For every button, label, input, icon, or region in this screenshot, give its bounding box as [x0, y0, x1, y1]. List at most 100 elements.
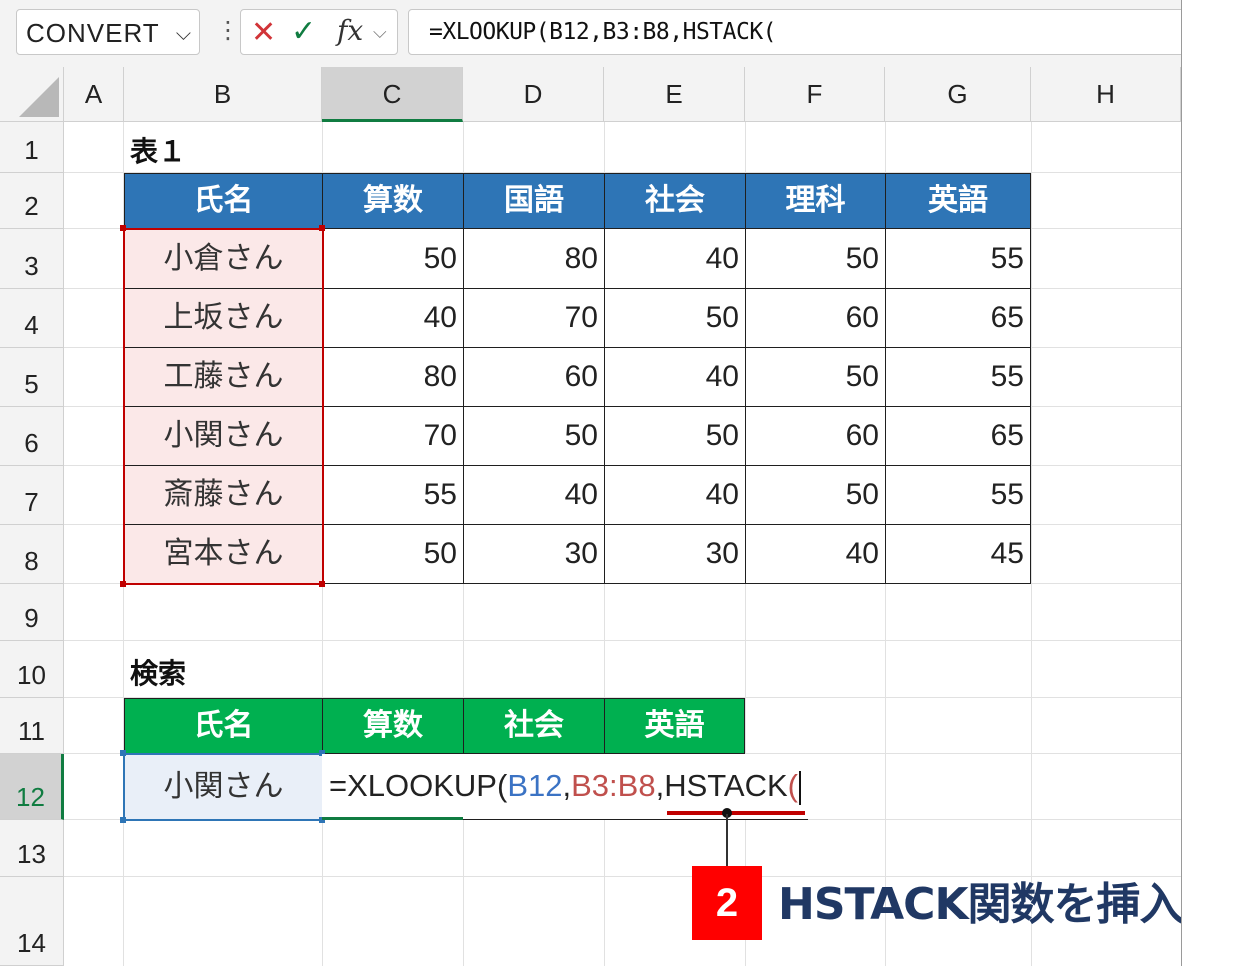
search-title: 検索 [130, 657, 187, 690]
row-header-14[interactable]: 14 [0, 877, 64, 966]
score-cell[interactable]: 40 [745, 524, 886, 584]
formula-comma: , [562, 768, 572, 803]
formula-ref-b3-b8: B3:B8 [571, 768, 656, 803]
active-cell-border [322, 817, 463, 820]
score-cell[interactable]: 50 [604, 288, 746, 348]
score-cell[interactable]: 40 [604, 465, 746, 525]
annotation-underline [667, 811, 805, 815]
score-cell[interactable]: 80 [463, 228, 605, 289]
table1-header-name[interactable]: 氏名 [124, 173, 323, 229]
column-header-d[interactable]: D [463, 67, 604, 122]
formula-bar: CONVERT ⌵ ⋮ ✕ ✓ fx ⌵ =XLOOKUP(B12,B3:B8,… [0, 0, 1181, 68]
formula-prefix: =XLOOKUP( [329, 768, 508, 803]
score-cell[interactable]: 50 [322, 228, 464, 289]
range-handle[interactable] [319, 581, 325, 587]
annotation-connector [726, 814, 728, 866]
cell-formula: =XLOOKUP(B12,B3:B8,HSTACK( [329, 768, 801, 805]
row-header-7[interactable]: 7 [0, 466, 64, 525]
score-cell[interactable]: 30 [604, 524, 746, 584]
score-cell[interactable]: 70 [463, 288, 605, 348]
score-cell[interactable]: 80 [322, 347, 464, 407]
search-header-social[interactable]: 社会 [463, 698, 605, 754]
check-icon[interactable]: ✓ [291, 14, 316, 49]
row-header-11[interactable]: 11 [0, 698, 64, 754]
score-cell[interactable]: 55 [885, 347, 1031, 407]
score-cell[interactable]: 40 [463, 465, 605, 525]
more-options-icon[interactable]: ⋮ [216, 18, 240, 42]
row-header-12[interactable]: 12 [0, 754, 64, 820]
search-header-name[interactable]: 氏名 [124, 698, 323, 754]
score-cell[interactable]: 40 [604, 347, 746, 407]
range-handle[interactable] [120, 581, 126, 587]
score-cell[interactable]: 50 [745, 347, 886, 407]
column-header-f[interactable]: F [745, 67, 885, 122]
formula-input[interactable]: =XLOOKUP(B12,B3:B8,HSTACK( [408, 9, 1181, 55]
row-header-6[interactable]: 6 [0, 407, 64, 466]
score-cell[interactable]: 60 [463, 347, 605, 407]
table1-header-english[interactable]: 英語 [885, 173, 1031, 229]
score-cell[interactable]: 55 [322, 465, 464, 525]
formula-function-name: HSTACK [664, 768, 788, 803]
score-cell[interactable]: 60 [745, 288, 886, 348]
score-cell[interactable]: 40 [604, 228, 746, 289]
gridline [64, 640, 1181, 641]
reference-highlight-b3-b8 [123, 228, 324, 585]
column-header-a[interactable]: A [64, 67, 124, 122]
search-header-english[interactable]: 英語 [604, 698, 745, 754]
score-cell[interactable]: 50 [322, 524, 464, 584]
row-header-1[interactable]: 1 [0, 122, 64, 173]
score-cell[interactable]: 70 [322, 406, 464, 466]
score-cell[interactable]: 50 [604, 406, 746, 466]
range-handle[interactable] [120, 750, 126, 756]
table1-title: 表１ [130, 135, 187, 168]
formula-buttons: ✕ ✓ fx ⌵ [240, 9, 398, 55]
column-header-g[interactable]: G [885, 67, 1031, 122]
row-header-10[interactable]: 10 [0, 641, 64, 698]
score-cell[interactable]: 30 [463, 524, 605, 584]
score-cell[interactable]: 60 [745, 406, 886, 466]
annotation-text: HSTACK関数を挿入 [778, 879, 1182, 930]
row-header-5[interactable]: 5 [0, 348, 64, 407]
range-handle[interactable] [319, 225, 325, 231]
chevron-down-icon[interactable]: ⌵ [176, 21, 191, 45]
row-header-9[interactable]: 9 [0, 584, 64, 641]
column-header-c[interactable]: C [322, 67, 463, 122]
reference-highlight-b12 [123, 753, 324, 821]
score-cell[interactable]: 55 [885, 465, 1031, 525]
table1-header-social[interactable]: 社会 [604, 173, 746, 229]
row-header-8[interactable]: 8 [0, 525, 64, 584]
score-cell[interactable]: 50 [745, 465, 886, 525]
range-handle[interactable] [120, 225, 126, 231]
range-handle[interactable] [120, 817, 126, 823]
formula-text: =XLOOKUP(B12,B3:B8,HSTACK( [429, 19, 777, 45]
gridline [1031, 122, 1032, 966]
column-header-e[interactable]: E [604, 67, 745, 122]
score-cell[interactable]: 65 [885, 288, 1031, 348]
score-cell[interactable]: 55 [885, 228, 1031, 289]
select-all-button[interactable] [0, 67, 64, 122]
name-box[interactable]: CONVERT ⌵ [16, 9, 200, 55]
column-header-h[interactable]: H [1031, 67, 1181, 122]
row-header-4[interactable]: 4 [0, 289, 64, 348]
insert-function-icon[interactable]: fx [337, 14, 363, 47]
search-header-math[interactable]: 算数 [322, 698, 464, 754]
formula-ref-b12: B12 [507, 768, 563, 803]
score-cell[interactable]: 65 [885, 406, 1031, 466]
table1-header-science[interactable]: 理科 [745, 173, 886, 229]
score-cell[interactable]: 50 [463, 406, 605, 466]
table1-header-japanese[interactable]: 国語 [463, 173, 605, 229]
name-box-value: CONVERT [26, 18, 160, 48]
formula-paren: ( [787, 768, 798, 803]
score-cell[interactable]: 50 [745, 228, 886, 289]
close-icon[interactable]: ✕ [251, 15, 276, 50]
column-header-b[interactable]: B [124, 67, 322, 122]
score-cell[interactable]: 45 [885, 524, 1031, 584]
table1-header-math[interactable]: 算数 [322, 173, 464, 229]
row-header-2[interactable]: 2 [0, 173, 64, 229]
row-header-13[interactable]: 13 [0, 820, 64, 877]
step-badge: 2 [692, 866, 762, 940]
row-header-3[interactable]: 3 [0, 229, 64, 289]
text-cursor [798, 770, 801, 805]
chevron-down-icon[interactable]: ⌵ [373, 22, 387, 43]
score-cell[interactable]: 40 [322, 288, 464, 348]
